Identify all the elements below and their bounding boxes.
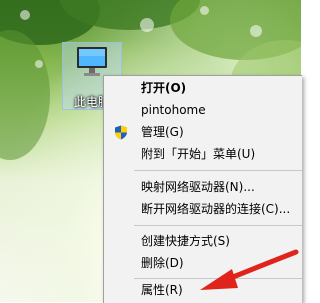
arrow-head	[200, 269, 238, 290]
arrow-shaft	[225, 249, 299, 282]
red-arrow-annotation	[200, 249, 299, 290]
